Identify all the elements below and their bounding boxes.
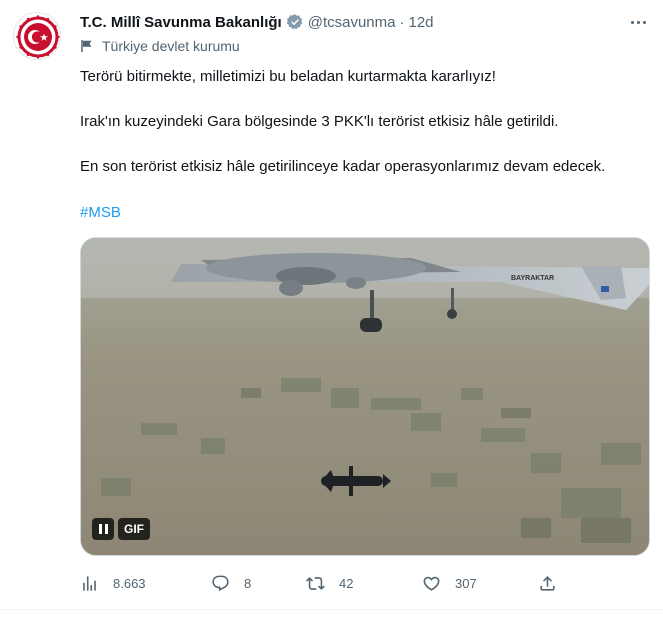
views-count: 8.663	[113, 575, 146, 591]
tweet-actions: 8.663 8 42 307	[80, 568, 560, 598]
tweet-header: T.C. Millî Savunma Bakanlığı @tcsavunma …	[80, 11, 649, 33]
views-chart-icon	[83, 575, 96, 591]
gif-badge: GIF	[118, 518, 150, 540]
like-button[interactable]: 307	[422, 568, 477, 598]
reply-count: 8	[244, 575, 252, 591]
drone-footage-image: BAYRAKTAR	[81, 238, 649, 555]
verified-badge-icon[interactable]	[286, 13, 304, 31]
retweet-count: 42	[339, 575, 354, 591]
tweet-text-line: Terörü bitirmekte, milletimizi bu belada…	[80, 68, 496, 85]
avatar[interactable]	[13, 12, 61, 60]
pause-icon[interactable]	[92, 518, 114, 540]
ministry-seal-icon	[16, 15, 60, 59]
government-label[interactable]: Türkiye devlet kurumu	[80, 37, 240, 55]
tweet-card[interactable]: T.C. Millî Savunma Bakanlığı @tcsavunma …	[0, 0, 663, 618]
retweet-icon	[306, 576, 325, 590]
retweet-button[interactable]: 42	[306, 568, 353, 598]
tweet-media-gif[interactable]: BAYRAKTAR GIF	[80, 237, 650, 556]
gif-controls: GIF	[92, 518, 150, 540]
share-icon	[540, 575, 555, 591]
heart-icon	[423, 576, 440, 591]
reply-button[interactable]: 8	[211, 568, 251, 598]
share-button[interactable]	[538, 568, 571, 598]
like-count: 307	[455, 575, 477, 591]
more-icon[interactable]	[627, 11, 649, 33]
views-button[interactable]: 8.663	[80, 568, 146, 598]
tweet-timestamp[interactable]: 12d	[408, 14, 433, 31]
drone-marking: BAYRAKTAR	[511, 275, 554, 282]
divider	[0, 609, 663, 610]
tweet-text-line: Irak'ın kuzeyindeki Gara bölgesinde 3 PK…	[80, 113, 559, 130]
flag-icon	[80, 39, 94, 53]
account-name[interactable]: T.C. Millî Savunma Bakanlığı	[80, 14, 282, 31]
hashtag-link[interactable]: #MSB	[80, 202, 121, 223]
tweet-text-line: En son terörist etkisiz hâle getirilince…	[80, 158, 606, 175]
account-handle[interactable]: @tcsavunma	[308, 14, 396, 31]
government-label-text: Türkiye devlet kurumu	[102, 38, 240, 54]
reply-icon	[212, 575, 229, 591]
separator-dot: ·	[399, 13, 405, 31]
